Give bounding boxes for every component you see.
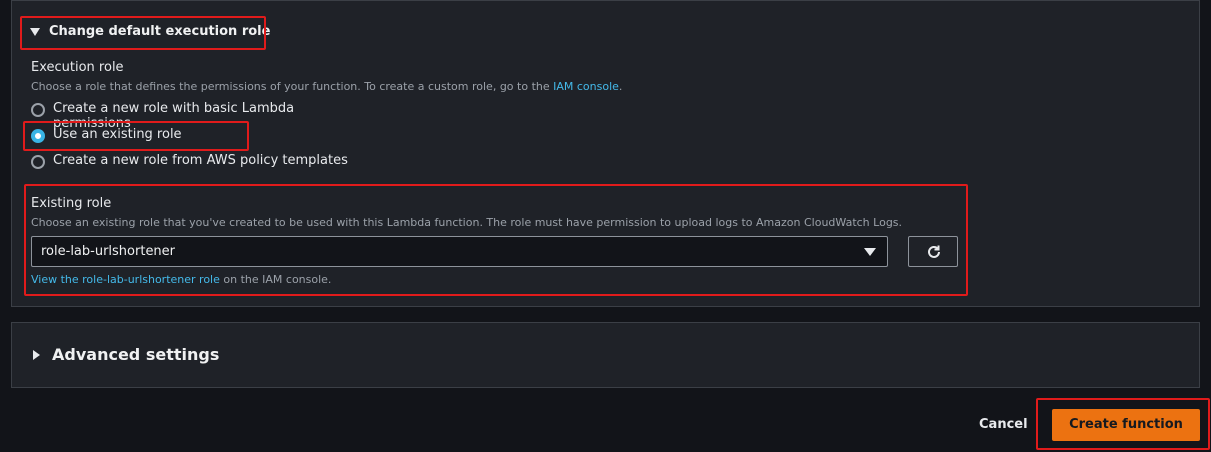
highlight-box: [20, 16, 266, 50]
execution-role-description: Choose a role that defines the permissio…: [31, 80, 622, 93]
execution-role-title: Execution role: [31, 60, 124, 75]
radio-option-new-basic-role[interactable]: Create a new role with basic Lambda perm…: [31, 100, 371, 131]
advanced-settings-toggle[interactable]: Advanced settings: [31, 344, 221, 368]
radio-button[interactable]: [31, 103, 45, 117]
execution-role-description-end: .: [618, 80, 623, 93]
radio-label: Create a new role from AWS policy templa…: [53, 153, 348, 168]
caret-right-icon: [33, 350, 40, 360]
iam-console-link[interactable]: IAM console: [553, 80, 619, 93]
highlight-box: [24, 184, 968, 296]
cancel-button[interactable]: Cancel: [970, 413, 1030, 437]
highlight-box: [1036, 398, 1210, 450]
cancel-label: Cancel: [979, 417, 1028, 432]
radio-button[interactable]: [31, 155, 45, 169]
highlight-box: [23, 121, 249, 151]
advanced-settings-label: Advanced settings: [52, 345, 220, 364]
execution-role-description-text: Choose a role that defines the permissio…: [31, 80, 550, 93]
radio-option-policy-templates[interactable]: Create a new role from AWS policy templa…: [31, 152, 351, 172]
